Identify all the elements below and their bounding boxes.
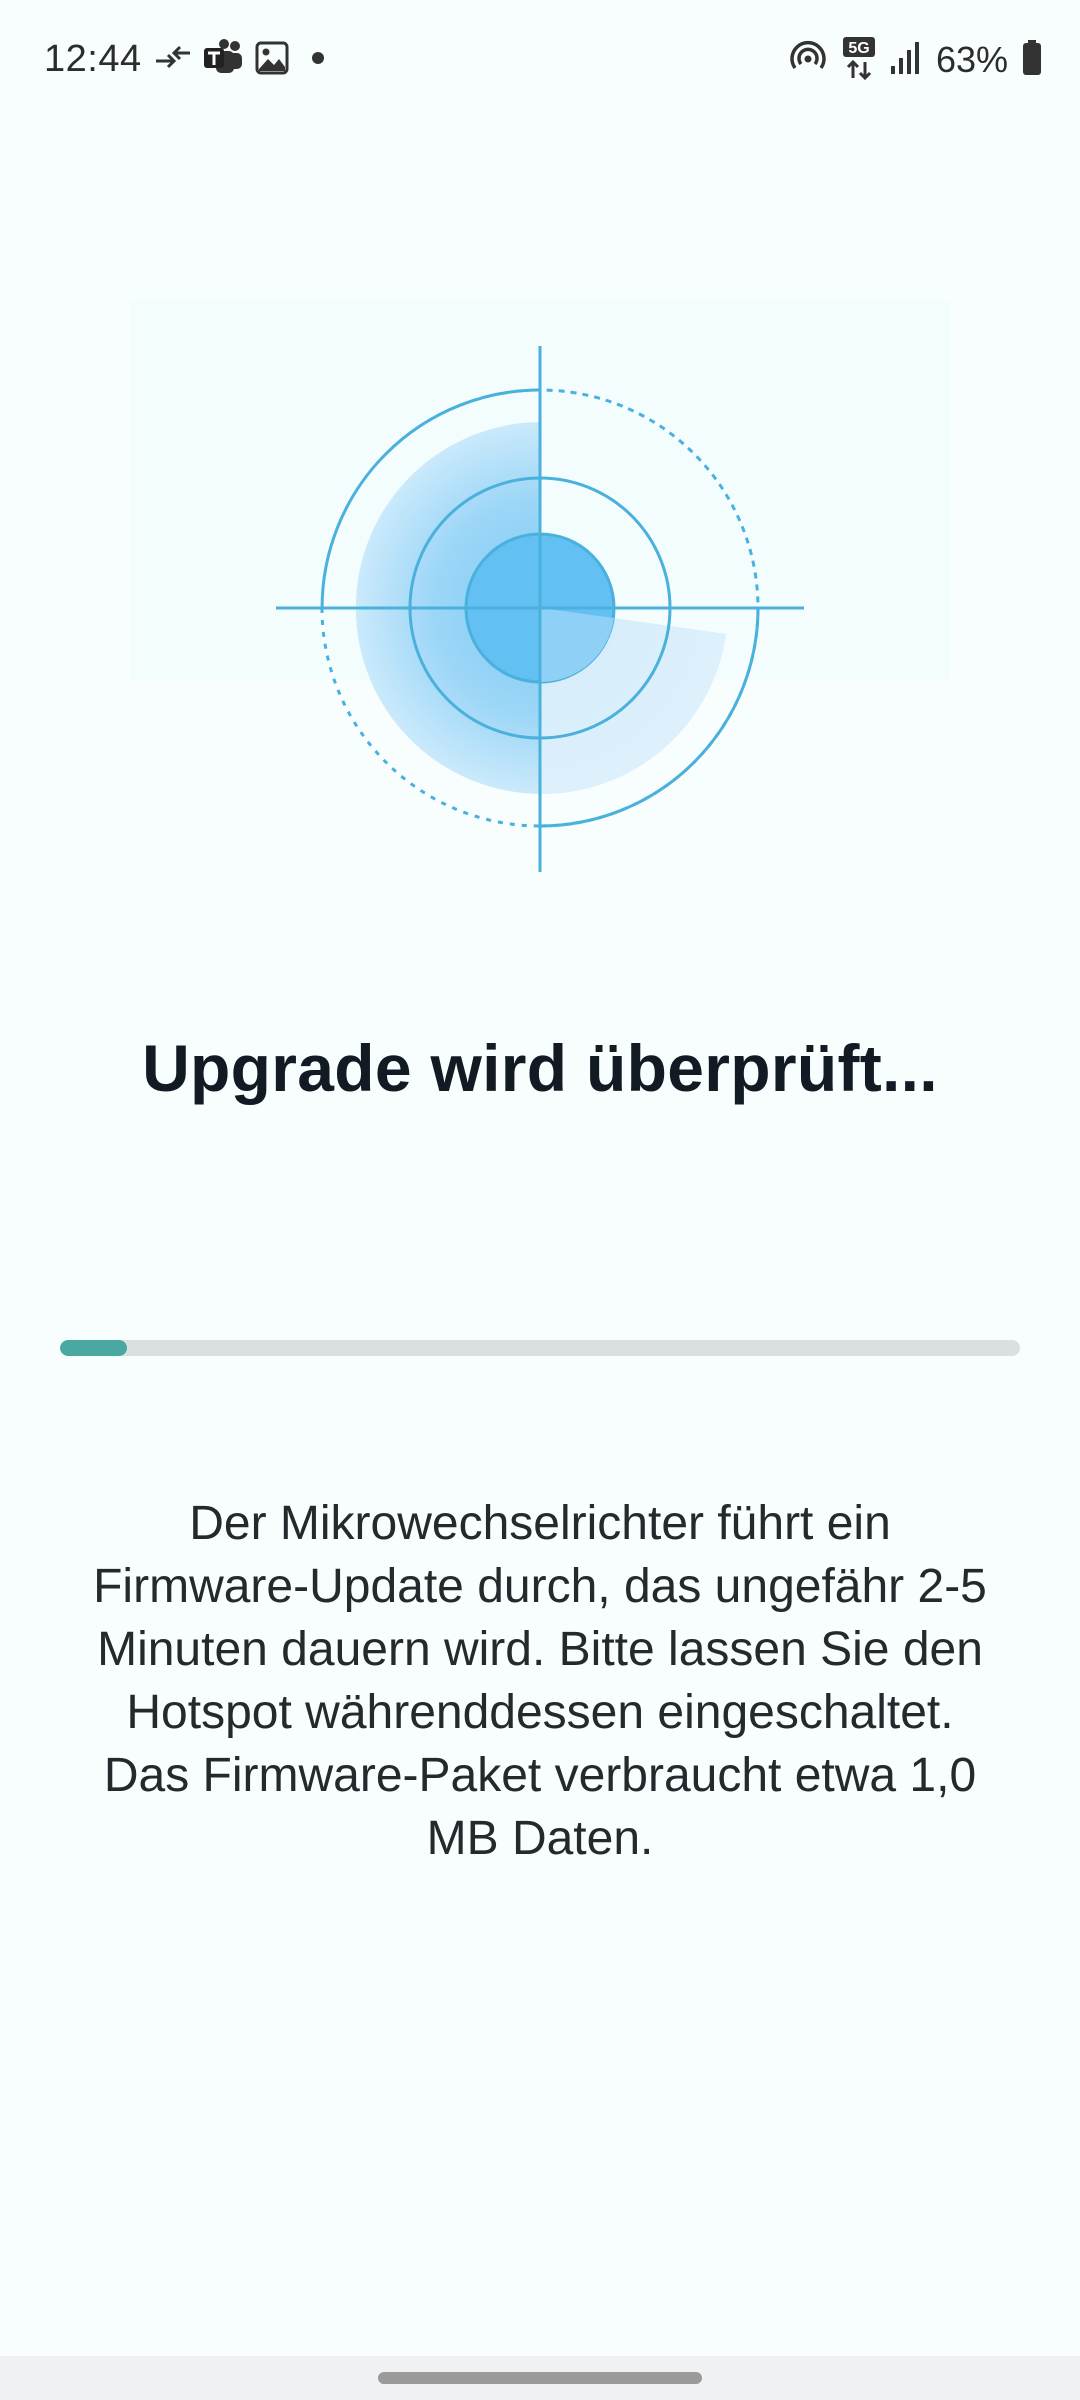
notification-dot-icon (300, 43, 330, 78)
upgrade-progress-fill (60, 1340, 128, 1356)
page-title: Upgrade wird überprüft... (142, 1031, 938, 1105)
home-gesture-handle[interactable] (378, 2372, 702, 2384)
data-transfer-icon (154, 43, 192, 78)
teams-icon (202, 38, 244, 83)
5g-signal-icon: 5G (842, 36, 876, 85)
status-bar: 12:44 5G 63% (0, 0, 1080, 120)
signal-bars-icon (890, 40, 922, 81)
radar-scan-icon (130, 300, 950, 872)
status-time: 12:44 (44, 38, 142, 80)
upgrade-progress-bar (60, 1340, 1020, 1356)
gallery-icon (254, 40, 290, 81)
radar-scan-illustration (120, 290, 960, 910)
upgrade-description: Der Mikrowechselrichter führt ein Firmwa… (93, 1497, 987, 1865)
status-left-icons (154, 36, 330, 84)
battery-percentage: 63% (935, 39, 1008, 80)
battery-icon (1022, 39, 1042, 81)
status-right: 5G 63% (788, 36, 1042, 84)
svg-text:5G: 5G (848, 40, 869, 57)
hotspot-icon (788, 38, 828, 83)
